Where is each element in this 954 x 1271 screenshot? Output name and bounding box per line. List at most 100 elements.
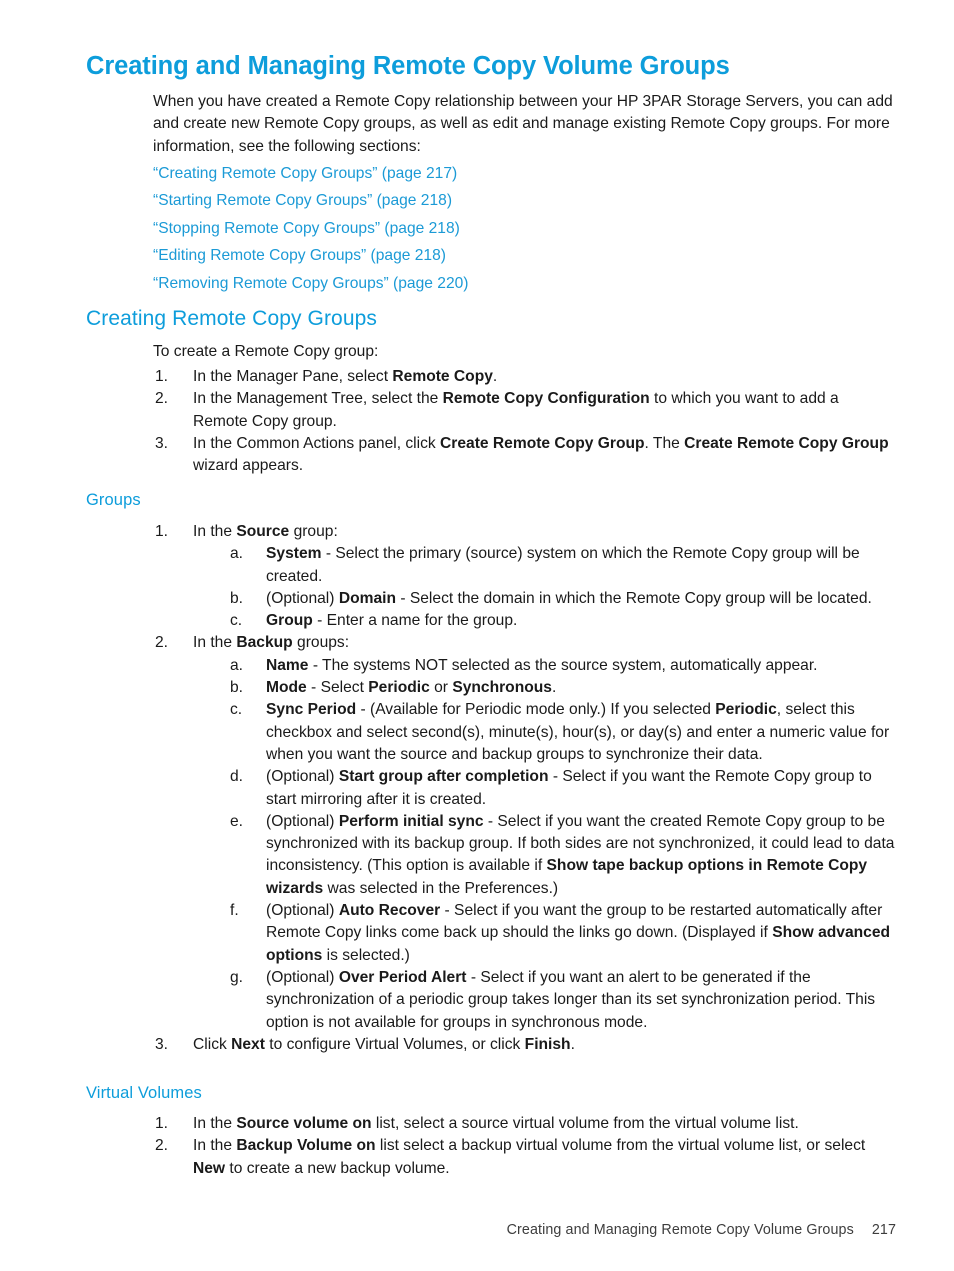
list-marker: 2. — [155, 390, 169, 408]
footer-page-number: 217 — [871, 1222, 896, 1238]
body-text: Click — [193, 1035, 232, 1053]
creating-steps-list: 1. In the Manager Pane, select Remote Cop… — [155, 366, 897, 477]
emphasis-text: Finish — [524, 1035, 571, 1053]
body-text: - The systems NOT selected as the source… — [308, 656, 818, 674]
list-item: 1. In the Manager Pane, select Remote Cop… — [155, 366, 897, 388]
cross-reference-list: “Creating Remote Copy Groups” (page 217)… — [153, 160, 897, 297]
page-footer: Creating and Managing Remote Copy Volume… — [0, 1222, 954, 1238]
list-item-text: Name - The systems NOT selected as the s… — [266, 657, 818, 674]
virtual-volumes-steps-container: 1. In the Source volume on list, select a… — [155, 1113, 897, 1180]
sub-step-list: a. Name - The systems NOT selected as the… — [230, 655, 897, 1034]
intro-paragraph-block: When you have created a Remote Copy rela… — [153, 91, 897, 158]
list-item-text: Group - Enter a name for the group. — [266, 612, 517, 629]
groups-steps-list: 1. In the Source group: a. System - Select … — [155, 521, 897, 1056]
emphasis-text: Remote Copy Configuration — [442, 390, 650, 408]
sub-step-list: a. System - Select the primary (source) s… — [230, 543, 897, 632]
creating-lead-in-block: To create a Remote Copy group: — [153, 341, 897, 363]
list-marker: b. — [230, 679, 244, 697]
list-marker: 3. — [155, 1035, 169, 1053]
list-item: 1. In the Source group: a. System - Select … — [155, 521, 897, 632]
emphasis-text: Periodic — [715, 701, 777, 719]
body-text: In the Common Actions panel, click — [193, 434, 441, 452]
body-text: was selected in the Preferences.) — [323, 879, 559, 897]
body-text: In the Management Tree, select the — [193, 390, 443, 408]
emphasis-text: Over Period Alert — [338, 968, 467, 986]
emphasis-text: Periodic — [368, 679, 430, 697]
list-item: d. (Optional) Start group after completio… — [230, 766, 897, 811]
emphasis-text: Name — [266, 656, 309, 674]
body-text: In the — [193, 523, 237, 540]
list-item: a. System - Select the primary (source) s… — [230, 543, 897, 588]
body-text: or — [429, 679, 453, 697]
list-item-text: System - Select the primary (source) sys… — [266, 545, 860, 584]
body-text: (Optional) — [266, 902, 339, 920]
list-marker: b. — [230, 589, 244, 607]
cross-reference-link[interactable]: “Stopping Remote Copy Groups” (page 218) — [153, 215, 897, 242]
body-text: . — [551, 679, 557, 697]
cross-reference-link[interactable]: “Removing Remote Copy Groups” (page 220) — [153, 270, 897, 297]
emphasis-text: Backup Volume on — [236, 1137, 376, 1155]
list-item: f. (Optional) Auto Recover - Select if yo… — [230, 900, 897, 967]
list-item: g. (Optional) Over Period Alert - Select … — [230, 967, 897, 1034]
list-marker: 1. — [155, 523, 169, 540]
creating-section: Creating Remote Copy Groups — [86, 306, 898, 331]
list-item-text: (Optional) Over Period Alert - Select if… — [266, 969, 875, 1031]
body-text: In the — [193, 1137, 237, 1155]
emphasis-text: New — [193, 1159, 226, 1177]
intro-paragraph: When you have created a Remote Copy rela… — [153, 93, 893, 155]
list-item-text: Sync Period - (Available for Periodic mo… — [266, 701, 889, 763]
groups-steps-container: 1. In the Source group: a. System - Select … — [155, 521, 897, 1056]
list-marker: c. — [230, 701, 243, 719]
body-text: . — [492, 368, 498, 385]
emphasis-text: Perform initial sync — [338, 812, 484, 830]
list-marker: a. — [230, 656, 244, 674]
body-text: In the Manager Pane, select — [193, 368, 393, 385]
cross-reference-link[interactable]: “Creating Remote Copy Groups” (page 217) — [153, 160, 897, 187]
emphasis-text: Auto Recover — [338, 902, 441, 920]
list-item-text: Mode - Select Periodic or Synchronous. — [266, 679, 556, 696]
body-text: group: — [289, 523, 338, 540]
list-marker: 1. — [155, 368, 169, 385]
creating-lead-in: To create a Remote Copy group: — [153, 343, 379, 360]
list-item-text: Click Next to configure Virtual Volumes,… — [193, 1036, 575, 1053]
emphasis-text: Create Remote Copy Group — [440, 434, 645, 452]
emphasis-text: Source — [236, 523, 290, 540]
body-text: In the — [193, 634, 237, 652]
body-text: - Select — [306, 679, 369, 697]
emphasis-text: System — [266, 545, 322, 563]
list-marker: c. — [230, 612, 243, 630]
list-item: 1. In the Source volume on list, select a… — [155, 1113, 897, 1135]
list-marker: g. — [230, 968, 244, 986]
list-item: 2. In the Management Tree, select the Rem… — [155, 388, 897, 433]
list-marker: 2. — [155, 634, 169, 652]
body-text: - Select the primary (source) system on … — [266, 545, 860, 585]
emphasis-text: Remote Copy — [392, 368, 493, 385]
body-text: In the — [193, 1115, 237, 1132]
emphasis-text: Group — [266, 612, 313, 630]
list-item-text: In the Source group: — [193, 523, 338, 540]
document-page: Creating and Managing Remote Copy Volume… — [0, 0, 954, 1271]
list-item-text: In the Management Tree, select the Remot… — [193, 390, 839, 429]
body-text: list, select a source virtual volume fro… — [371, 1115, 799, 1132]
list-marker: 1. — [155, 1115, 169, 1132]
body-text: - (Available for Periodic mode only.) If… — [356, 701, 716, 719]
list-marker: f. — [230, 902, 239, 920]
list-item: 2. In the Backup groups: a. Name - The syst… — [155, 632, 897, 1033]
section-heading-creating: Creating Remote Copy Groups — [86, 307, 377, 330]
cross-reference-link[interactable]: “Editing Remote Copy Groups” (page 218) — [153, 242, 897, 269]
list-item: a. Name - The systems NOT selected as the… — [230, 655, 897, 677]
list-marker: a. — [230, 545, 244, 563]
body-text: . The — [644, 434, 685, 452]
emphasis-text: Next — [231, 1035, 265, 1053]
list-marker: 2. — [155, 1137, 169, 1155]
list-item: e. (Optional) Perform initial sync - Sele… — [230, 811, 897, 900]
creating-steps-container: 1. In the Manager Pane, select Remote Cop… — [155, 366, 897, 477]
list-item: b. (Optional) Domain - Select the domain … — [230, 588, 897, 610]
body-text: (Optional) — [266, 812, 339, 830]
groups-subsection: Groups — [86, 491, 898, 511]
cross-reference-link[interactable]: “Starting Remote Copy Groups” (page 218) — [153, 187, 897, 214]
body-text: wizard appears. — [193, 457, 304, 475]
list-item-text: (Optional) Perform initial sync - Select… — [266, 813, 894, 897]
sub-heading-virtual-volumes: Virtual Volumes — [86, 1084, 202, 1102]
body-text: is selected.) — [322, 946, 410, 964]
